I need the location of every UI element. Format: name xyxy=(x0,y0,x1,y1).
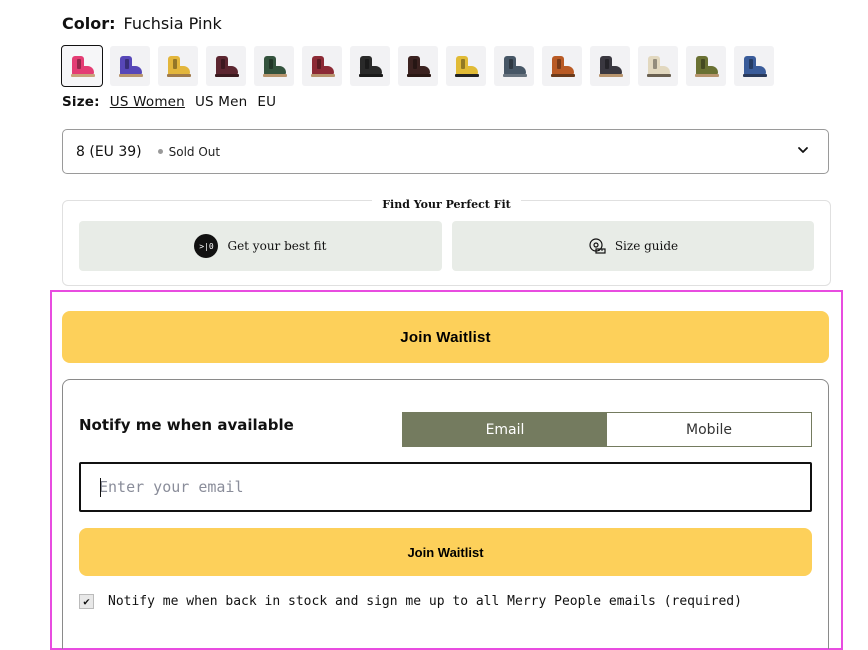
color-value: Fuchsia Pink xyxy=(123,14,222,33)
size-row: Size: US Women US Men EU xyxy=(62,94,276,110)
boot-thumbnail xyxy=(309,56,335,78)
tab-mobile[interactable]: Mobile xyxy=(607,413,811,446)
color-swatch-yellow[interactable] xyxy=(158,46,198,86)
size-guide-label: Size guide xyxy=(614,239,679,253)
color-swatch-charcoal[interactable] xyxy=(590,46,630,86)
color-swatch-tan[interactable] xyxy=(542,46,582,86)
color-swatches xyxy=(61,45,774,87)
stock-status: Sold Out xyxy=(168,144,221,159)
notify-panel: Notify me when available Email Mobile Jo… xyxy=(62,379,829,649)
boot-thumbnail xyxy=(453,56,479,78)
join-waitlist-button[interactable]: Join Waitlist xyxy=(62,311,829,363)
color-swatch-burgundy-dark[interactable] xyxy=(206,46,246,86)
size-system-us-women[interactable]: US Women xyxy=(110,94,185,110)
size-select[interactable]: 8 (EU 39) Sold Out xyxy=(62,129,829,174)
size-select-value: 8 (EU 39) xyxy=(76,143,142,160)
color-swatch-fuchsia[interactable] xyxy=(61,45,103,87)
measuring-tape-icon xyxy=(589,238,606,254)
text-cursor xyxy=(100,478,101,497)
color-swatch-olive[interactable] xyxy=(686,46,726,86)
boot-thumbnail xyxy=(693,56,719,78)
boot-thumbnail xyxy=(165,56,191,78)
perfect-fit-title-text: Find Your Perfect Fit xyxy=(372,198,521,211)
perfect-fit-title: Find Your Perfect Fit xyxy=(63,193,830,212)
tab-email[interactable]: Email xyxy=(403,413,607,446)
color-swatch-mustard-black[interactable] xyxy=(446,46,486,86)
status-dot xyxy=(157,149,163,154)
size-guide-button[interactable]: Size guide xyxy=(452,221,814,271)
boot-thumbnail xyxy=(597,56,623,78)
boot-thumbnail xyxy=(405,56,431,78)
color-swatch-black[interactable] xyxy=(350,46,390,86)
boot-thumbnail xyxy=(117,56,143,78)
fit-logo-icon: >|0 xyxy=(194,234,219,258)
boot-thumbnail xyxy=(645,56,671,78)
color-swatch-navy[interactable] xyxy=(734,46,774,86)
color-swatch-wine[interactable] xyxy=(302,46,342,86)
perfect-fit-box: Find Your Perfect Fit >|0 Get your best … xyxy=(62,198,831,286)
consent-checkbox[interactable]: ✔ xyxy=(79,594,94,609)
boot-thumbnail xyxy=(213,56,239,78)
color-swatch-chocolate[interactable] xyxy=(398,46,438,86)
boot-thumbnail xyxy=(357,56,383,78)
color-swatch-cream[interactable] xyxy=(638,46,678,86)
consent-row: ✔ Notify me when back in stock and sign … xyxy=(79,594,742,609)
color-swatch-forest[interactable] xyxy=(254,46,294,86)
boot-thumbnail xyxy=(261,56,287,78)
color-swatch-slate[interactable] xyxy=(494,46,534,86)
size-system-us-men[interactable]: US Men xyxy=(195,94,247,110)
join-waitlist-submit-button[interactable]: Join Waitlist xyxy=(79,528,812,576)
best-fit-label: Get your best fit xyxy=(227,239,327,253)
chevron-down-icon xyxy=(798,147,808,153)
color-row: Color: Fuchsia Pink xyxy=(62,14,222,33)
size-label: Size: xyxy=(62,94,100,110)
size-system-eu[interactable]: EU xyxy=(257,94,276,110)
color-swatch-purple[interactable] xyxy=(110,46,150,86)
contact-method-toggle: Email Mobile xyxy=(402,412,812,447)
boot-thumbnail xyxy=(549,56,575,78)
boot-thumbnail xyxy=(741,56,767,78)
boot-thumbnail xyxy=(501,56,527,78)
best-fit-button[interactable]: >|0 Get your best fit xyxy=(79,221,442,271)
boot-thumbnail xyxy=(69,56,95,78)
email-input[interactable] xyxy=(79,462,812,512)
notify-title: Notify me when available xyxy=(79,416,294,434)
consent-label: Notify me when back in stock and sign me… xyxy=(108,594,742,609)
color-label: Color: xyxy=(62,14,116,33)
